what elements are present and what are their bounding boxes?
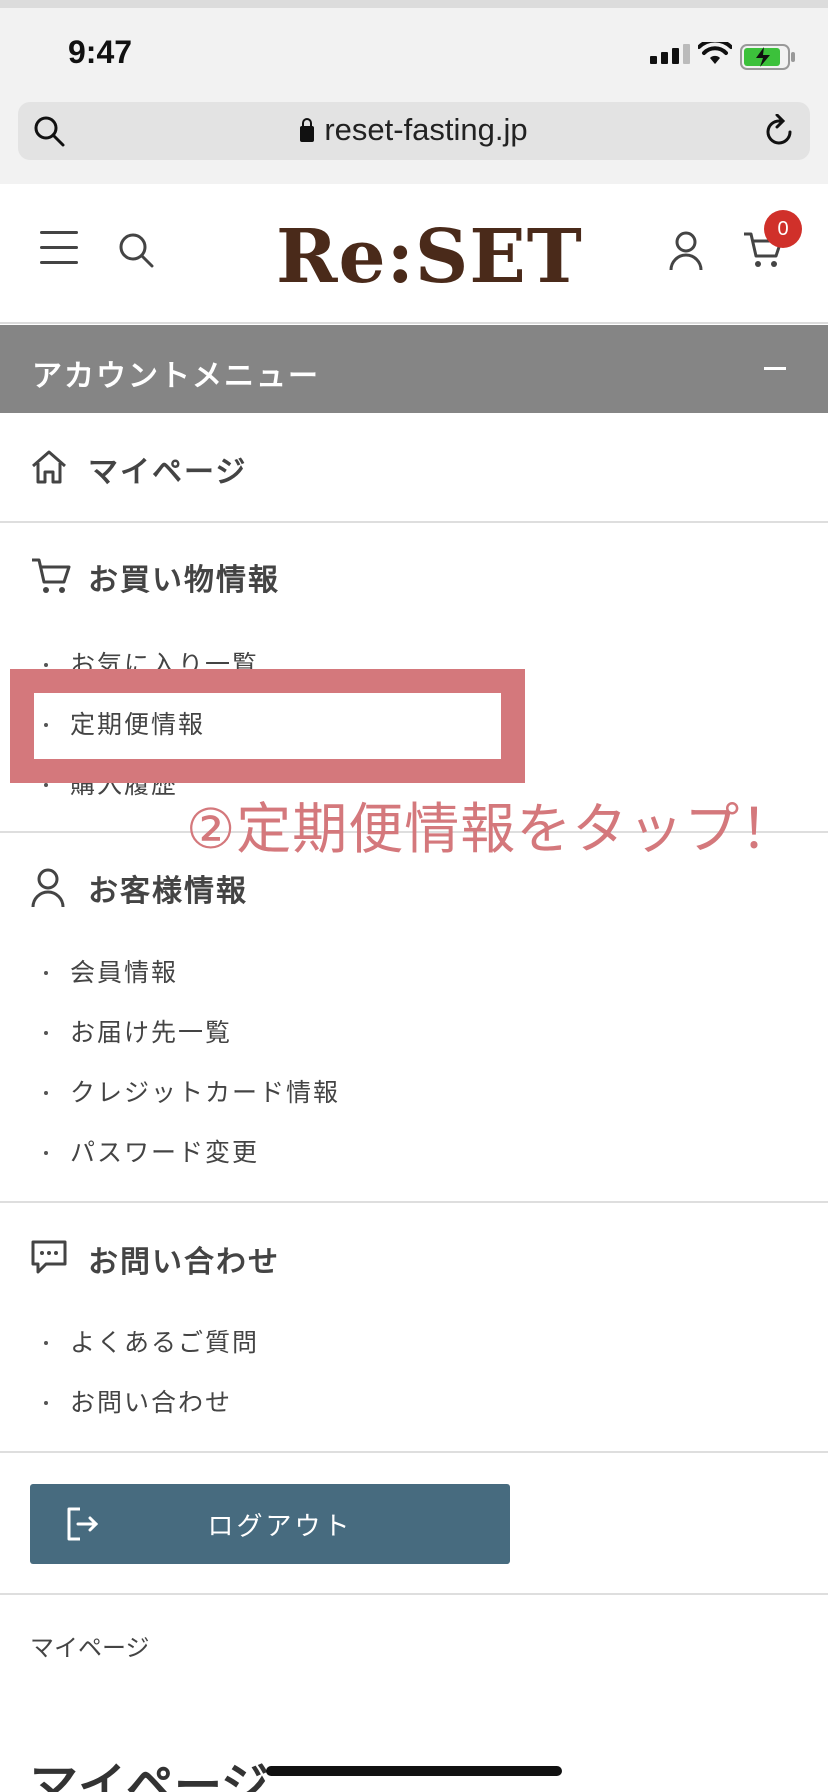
home-indicator[interactable] bbox=[266, 1766, 562, 1776]
contact-title: お問い合わせ bbox=[88, 1245, 280, 1280]
cart-count-badge: 0 bbox=[764, 210, 802, 248]
annotation-text: ②定期便情報をタップ！ bbox=[186, 797, 797, 861]
hamburger-menu-icon[interactable] bbox=[40, 231, 78, 276]
menu-item-contact[interactable]: お問い合わせ bbox=[44, 1383, 232, 1419]
browser-bar: reset-fasting.jp bbox=[0, 92, 828, 184]
site-logo[interactable]: Re:SET bbox=[276, 214, 583, 300]
breadcrumb[interactable]: マイページ bbox=[30, 1628, 150, 1663]
customer-section: お客様情報 会員情報 お届け先一覧 クレジットカード情報 パスワード変更 bbox=[0, 833, 828, 1203]
url-text: reset-fasting.jp bbox=[324, 112, 528, 147]
menu-item-faq[interactable]: よくあるご質問 bbox=[44, 1323, 259, 1359]
menu-item-member-info[interactable]: 会員情報 bbox=[44, 953, 178, 989]
battery-icon bbox=[740, 44, 795, 70]
site-header: Re:SET 0 bbox=[0, 184, 828, 324]
logout-label: ログアウト bbox=[207, 1512, 353, 1542]
account-menu-header[interactable]: アカウントメニュー bbox=[0, 325, 828, 413]
chat-icon bbox=[31, 1240, 67, 1274]
search-icon[interactable] bbox=[116, 230, 156, 270]
mypage-link[interactable]: マイページ bbox=[88, 447, 247, 491]
status-time: 9:47 bbox=[68, 34, 133, 70]
contact-section: お問い合わせ よくあるご質問 お問い合わせ bbox=[0, 1203, 828, 1453]
user-icon[interactable] bbox=[668, 230, 704, 272]
user-icon bbox=[31, 868, 65, 908]
url-display: reset-fasting.jp bbox=[18, 112, 810, 148]
highlight-box bbox=[10, 669, 525, 783]
account-menu-title: アカウントメニュー bbox=[32, 359, 320, 394]
menu-item-addresses[interactable]: お届け先一覧 bbox=[44, 1013, 232, 1049]
status-bar: 9:47 bbox=[0, 0, 828, 92]
page-title: マイページ bbox=[30, 1758, 270, 1792]
customer-title: お客様情報 bbox=[88, 874, 248, 909]
menu-item-password[interactable]: パスワード変更 bbox=[44, 1133, 259, 1169]
home-icon bbox=[32, 450, 66, 484]
wifi-icon bbox=[698, 42, 732, 64]
collapse-icon[interactable] bbox=[764, 367, 786, 370]
logout-button[interactable]: ログアウト bbox=[30, 1484, 510, 1564]
shopping-title: お買い物情報 bbox=[88, 563, 280, 598]
address-bar[interactable]: reset-fasting.jp bbox=[18, 102, 810, 160]
menu-item-credit-card[interactable]: クレジットカード情報 bbox=[44, 1073, 340, 1109]
lock-icon bbox=[300, 118, 315, 142]
reload-icon[interactable] bbox=[764, 114, 796, 148]
cart-icon bbox=[32, 558, 71, 593]
mypage-section[interactable]: マイページ bbox=[0, 413, 828, 523]
signal-icon bbox=[650, 44, 690, 64]
